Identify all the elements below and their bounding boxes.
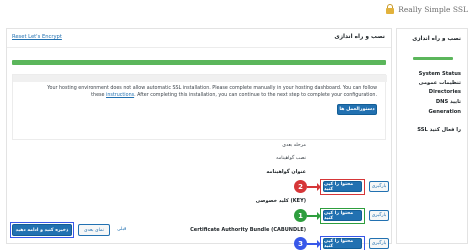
step-badge-2: 2 (294, 180, 307, 193)
download-certificate-button[interactable]: بارگیری (369, 181, 389, 192)
arrow-icon (307, 183, 321, 191)
sidebar-title: نصب و راه اندازی (412, 36, 461, 42)
copy-ca-bundle-button[interactable]: محتوا را کپی کنید (323, 238, 362, 249)
next-step-label: مرحله بعدی (282, 143, 306, 148)
private-key-label: کلید خصوصی (KEY) (255, 198, 306, 204)
arrow-icon (307, 240, 321, 248)
ca-bundle-label: Certificate Authority Bundle (CABUNDLE) (190, 227, 306, 233)
sidebar: نصب و راه اندازی System Status تنظیمات ع… (396, 28, 468, 244)
certificate-label: عنوان گواهینامه (266, 169, 306, 175)
next-view-button[interactable]: نمای بعدی (78, 224, 110, 236)
progress-bar (12, 60, 386, 65)
step-badge-3: 3 (294, 237, 307, 250)
copy-private-key-button[interactable]: محتوا را کپی کنید (323, 210, 362, 221)
hosting-notice: Your hosting environment does not allow … (12, 74, 387, 140)
sidebar-item-generation[interactable]: Generation (428, 109, 461, 115)
sidebar-item-general-settings[interactable]: تنظیمات عمومی (419, 80, 461, 86)
download-ca-bundle-button[interactable]: بارگیری (369, 238, 389, 249)
sidebar-item-directories[interactable]: Directories (429, 89, 461, 95)
notice-text: Your hosting environment does not allow … (47, 86, 377, 98)
instructions-button[interactable]: دستورالعمل ها (337, 104, 377, 115)
brand: Really Simple SSL (386, 4, 468, 14)
top-bar: Really Simple SSL (0, 0, 474, 22)
arrow-icon (307, 212, 321, 220)
sidebar-item-system-status[interactable]: System Status (419, 71, 461, 77)
main-panel: Reset Let's Encrypt نصب و راه اندازی You… (6, 28, 392, 250)
install-certificate-label: نصب گواهینامه (276, 156, 306, 161)
sidebar-item-activate-ssl[interactable]: SSL را فعال کنید (417, 127, 461, 133)
panel-title: نصب و راه اندازی (334, 34, 385, 40)
previous-link[interactable]: قبلی (117, 227, 126, 232)
sidebar-item-dns-verification[interactable]: DNS تایید (436, 99, 461, 105)
instructions-link[interactable]: instructions (106, 93, 134, 98)
progress-fill (12, 60, 386, 65)
sidebar-progress-bar (413, 57, 453, 60)
save-and-continue-button[interactable]: ذخیره کنید و ادامه دهید (12, 224, 72, 236)
panel-header: Reset Let's Encrypt نصب و راه اندازی (7, 29, 391, 48)
step-badge-1: 1 (294, 209, 307, 222)
download-private-key-button[interactable]: بارگیری (369, 210, 389, 221)
lock-icon (386, 4, 395, 14)
copy-certificate-button[interactable]: محتوا را کپی کنید (323, 181, 362, 192)
reset-letsencrypt-link[interactable]: Reset Let's Encrypt (12, 34, 62, 40)
brand-name: Really Simple SSL (398, 4, 468, 14)
